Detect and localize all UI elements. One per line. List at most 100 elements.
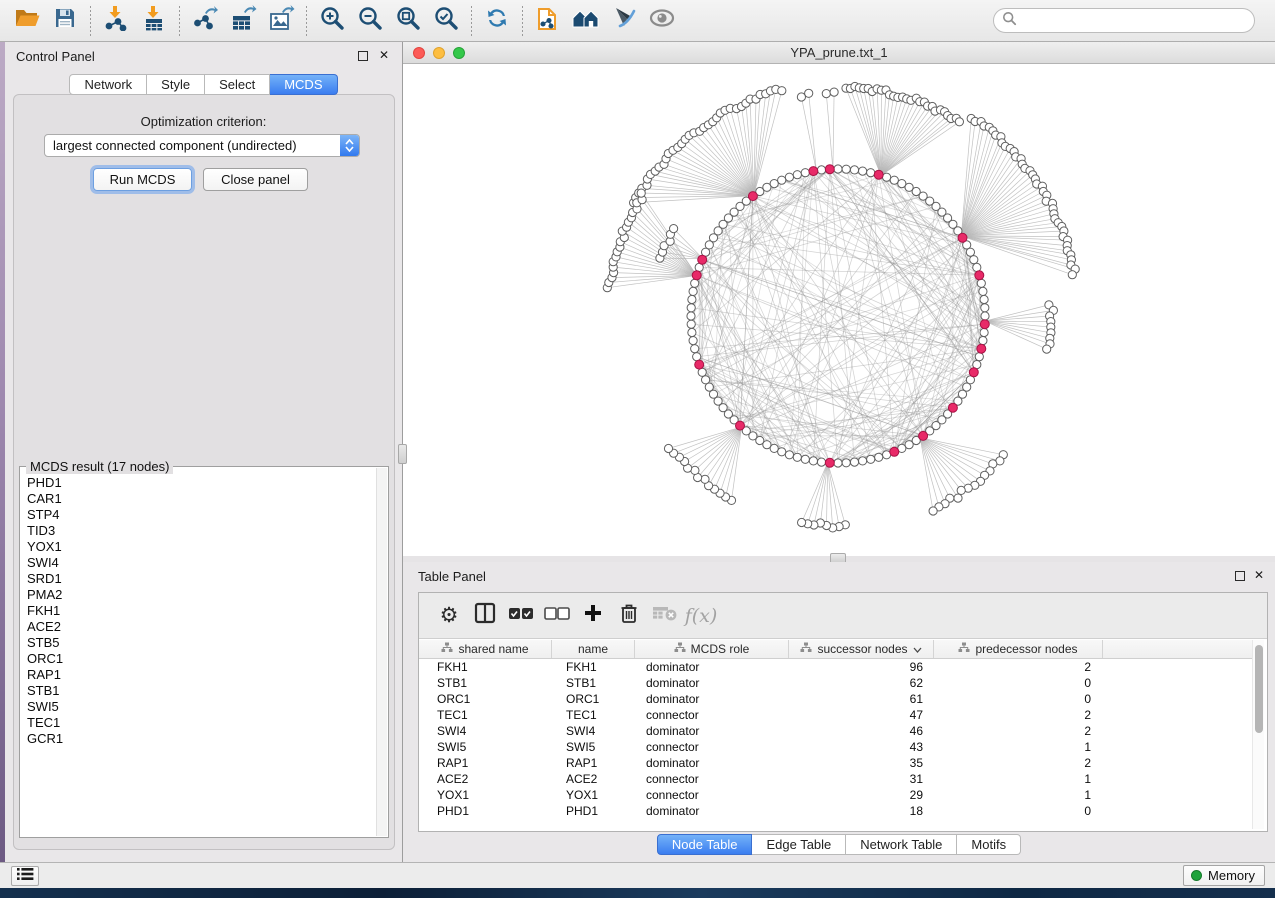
tab-edge-table[interactable]: Edge Table [752, 834, 846, 855]
graph-hub-node[interactable] [969, 368, 978, 377]
graph-hub-node[interactable] [975, 271, 984, 280]
mcds-result-item[interactable]: YOX1 [27, 539, 376, 555]
mcds-list-scrollbar[interactable] [376, 468, 387, 836]
table-row[interactable]: SWI4SWI4dominator462 [419, 723, 1255, 739]
network-canvas[interactable] [403, 64, 1275, 556]
graph-node[interactable] [1068, 271, 1076, 279]
graph-node[interactable] [805, 89, 813, 97]
graph-node[interactable] [890, 176, 898, 184]
graph-node[interactable] [770, 180, 778, 188]
graph-hub-node[interactable] [825, 165, 834, 174]
show-columns-button[interactable] [467, 599, 503, 633]
delete-columns-button[interactable] [611, 599, 647, 633]
create-column-button[interactable] [575, 599, 611, 633]
table-row[interactable]: STB1STB1dominator620 [419, 675, 1255, 691]
graph-node[interactable] [966, 248, 974, 256]
table-settings-button[interactable]: ⚙ [431, 599, 467, 633]
graph-node[interactable] [793, 453, 801, 461]
graph-node[interactable] [1043, 345, 1051, 353]
hide-selected-button[interactable] [643, 4, 681, 38]
graph-node[interactable] [688, 328, 696, 336]
graph-node[interactable] [689, 337, 697, 345]
graph-node[interactable] [867, 169, 875, 177]
graph-node[interactable] [970, 256, 978, 264]
table-scrollbar-thumb[interactable] [1255, 645, 1263, 733]
graph-node[interactable] [785, 173, 793, 181]
float-table-panel-icon[interactable] [1235, 571, 1245, 581]
tab-select[interactable]: Select [205, 74, 270, 95]
vertical-splitter-handle[interactable] [398, 444, 407, 464]
graph-node[interactable] [957, 486, 965, 494]
graph-node[interactable] [867, 455, 875, 463]
graph-node[interactable] [842, 459, 850, 467]
graph-node[interactable] [975, 353, 983, 361]
graph-node[interactable] [702, 376, 710, 384]
graph-node[interactable] [834, 459, 842, 467]
tab-network-table[interactable]: Network Table [846, 834, 957, 855]
refresh-button[interactable] [478, 4, 516, 38]
show-log-button[interactable] [11, 866, 39, 886]
export-network-button[interactable] [186, 4, 224, 38]
graph-node[interactable] [955, 118, 963, 126]
table-row[interactable]: SWI5SWI5connector431 [419, 739, 1255, 755]
run-mcds-button[interactable]: Run MCDS [93, 168, 192, 191]
graph-node[interactable] [980, 328, 988, 336]
graph-node[interactable] [980, 295, 988, 303]
save-session-button[interactable] [46, 4, 84, 38]
graph-node[interactable] [817, 166, 825, 174]
mcds-result-item[interactable]: ACE2 [27, 619, 376, 635]
mcds-result-item[interactable]: CAR1 [27, 491, 376, 507]
graph-node[interactable] [801, 169, 809, 177]
graph-hub-node[interactable] [980, 320, 989, 329]
graph-node[interactable] [929, 507, 937, 515]
mcds-result-item[interactable]: FKH1 [27, 603, 376, 619]
graph-node[interactable] [979, 337, 987, 345]
table-scrollbar[interactable] [1252, 640, 1264, 829]
graph-node[interactable] [973, 263, 981, 271]
graph-node[interactable] [670, 225, 678, 233]
select-all-button[interactable] [503, 599, 539, 633]
style-vizmapper-button[interactable] [605, 4, 643, 38]
import-network-button[interactable] [97, 4, 135, 38]
column-header-shared-name[interactable]: shared name [419, 640, 552, 658]
first-neighbors-button[interactable] [567, 4, 605, 38]
graph-node[interactable] [981, 304, 989, 312]
column-header-successor-nodes[interactable]: successor nodes [789, 640, 934, 658]
graph-hub-node[interactable] [809, 167, 818, 176]
table-row[interactable]: RAP1RAP1dominator352 [419, 755, 1255, 771]
graph-node[interactable] [859, 457, 867, 465]
new-network-from-selection-button[interactable] [529, 4, 567, 38]
column-header-name[interactable]: name [552, 640, 635, 658]
graph-node[interactable] [664, 444, 672, 452]
table-row[interactable]: PHD1PHD1dominator180 [419, 803, 1255, 819]
graph-node[interactable] [883, 173, 891, 181]
tab-network[interactable]: Network [69, 74, 147, 95]
graph-hub-node[interactable] [919, 431, 928, 440]
mcds-result-item[interactable]: GCR1 [27, 731, 376, 747]
graph-node[interactable] [687, 312, 695, 320]
zoom-in-button[interactable] [313, 4, 351, 38]
graph-node[interactable] [798, 518, 806, 526]
graph-hub-node[interactable] [748, 192, 757, 201]
graph-node[interactable] [778, 176, 786, 184]
graph-hub-node[interactable] [977, 344, 986, 353]
network-window-titlebar[interactable]: YPA_prune.txt_1 [403, 42, 1275, 64]
open-session-button[interactable] [8, 4, 46, 38]
export-table-button[interactable] [224, 4, 262, 38]
float-window-icon[interactable] [358, 51, 368, 61]
graph-node[interactable] [954, 494, 962, 502]
tab-style[interactable]: Style [147, 74, 205, 95]
graph-node[interactable] [778, 87, 786, 95]
graph-node[interactable] [981, 312, 989, 320]
graph-node[interactable] [687, 304, 695, 312]
optimization-criterion-dropdown[interactable]: largest connected component (undirected) [44, 134, 360, 157]
close-panel-button[interactable]: Close panel [203, 168, 308, 191]
graph-node[interactable] [689, 287, 697, 295]
graph-node[interactable] [850, 166, 858, 174]
import-table-button[interactable] [135, 4, 173, 38]
zoom-fit-button[interactable] [389, 4, 427, 38]
graph-node[interactable] [842, 165, 850, 173]
graph-node[interactable] [850, 458, 858, 466]
mcds-result-item[interactable]: PMA2 [27, 587, 376, 603]
export-image-button[interactable] [262, 4, 300, 38]
